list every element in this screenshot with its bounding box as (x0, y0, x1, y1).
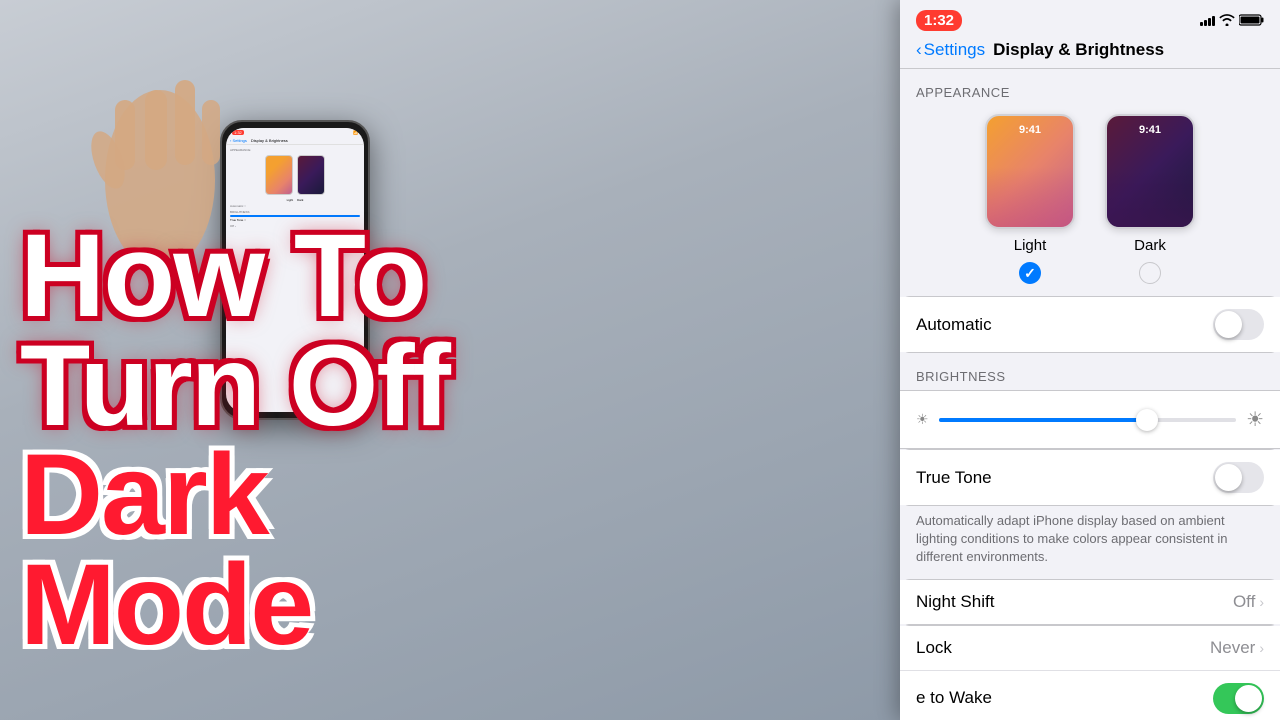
battery-icon (1239, 14, 1264, 26)
raise-to-wake-toggle[interactable] (1213, 683, 1264, 714)
signal-bar-2 (1204, 20, 1207, 26)
night-shift-label: Night Shift (916, 592, 994, 612)
true-tone-row: True Tone (900, 450, 1280, 505)
night-shift-row[interactable]: Night Shift Off › (900, 580, 1280, 624)
night-shift-group: Night Shift Off › (900, 579, 1280, 625)
automatic-label: Automatic (916, 315, 992, 335)
true-tone-toggle[interactable] (1213, 462, 1264, 493)
dark-mode-radio[interactable] (1139, 262, 1161, 284)
brightness-section: ☀ ☀ (900, 390, 1280, 449)
back-label: Settings (924, 40, 985, 60)
light-mode-card[interactable]: 9:41 Light ✓ (985, 114, 1075, 284)
brightness-max-icon: ☀ (1246, 407, 1264, 432)
night-shift-right: Off › (1233, 592, 1264, 612)
automatic-row: Automatic (900, 297, 1280, 352)
true-tone-group: True Tone (900, 449, 1280, 506)
checkmark-icon: ✓ (1024, 265, 1036, 282)
true-tone-description: Automatically adapt iPhone display based… (900, 506, 1280, 579)
light-mode-radio[interactable]: ✓ (1019, 262, 1041, 284)
settings-panel: 1:32 ‹ Set (900, 0, 1280, 720)
auto-lock-value: Never (1210, 638, 1255, 658)
true-tone-label: True Tone (916, 468, 992, 488)
auto-lock-chevron-icon: › (1259, 640, 1264, 656)
night-shift-value: Off (1233, 592, 1255, 612)
auto-lock-row[interactable]: Lock Never › (900, 626, 1280, 671)
light-mode-preview: 9:41 (985, 114, 1075, 229)
status-time: 1:32 (916, 10, 962, 31)
brightness-min-icon: ☀ (916, 411, 929, 428)
dark-mode-preview: 9:41 (1105, 114, 1195, 229)
signal-bar-4 (1212, 16, 1215, 26)
dark-preview-time: 9:41 (1107, 124, 1193, 136)
auto-lock-group: Lock Never › e to Wake (900, 625, 1280, 720)
slider-fill (939, 418, 1147, 422)
true-tone-toggle-knob (1215, 464, 1242, 491)
dark-mode-label: Dark (1134, 237, 1166, 254)
page-title: Display & Brightness (993, 40, 1164, 60)
night-shift-chevron-icon: › (1259, 594, 1264, 610)
brightness-section-header: BRIGHTNESS (900, 353, 1280, 390)
light-preview-time: 9:41 (987, 124, 1073, 136)
slider-thumb (1136, 409, 1158, 431)
signal-bar-1 (1200, 22, 1203, 26)
appearance-cards: 9:41 Light ✓ 9:41 Dark (900, 106, 1280, 296)
hand-illustration (60, 0, 260, 280)
signal-bar-3 (1208, 18, 1211, 26)
navigation-bar: ‹ Settings Display & Brightness (900, 36, 1280, 69)
photo-section: 1:32 📶 ‹ Settings Display & Brightness A… (0, 0, 900, 720)
raise-to-wake-row: e to Wake (900, 671, 1280, 720)
chevron-left-icon: ‹ (916, 40, 922, 60)
wifi-icon (1219, 14, 1235, 26)
brightness-slider[interactable] (939, 418, 1237, 422)
toggle-knob (1215, 311, 1242, 338)
auto-lock-right: Never › (1210, 638, 1264, 658)
raise-to-wake-label: e to Wake (916, 688, 992, 708)
auto-lock-label: Lock (916, 638, 952, 658)
overlay-line4: Mode (20, 551, 449, 660)
automatic-group: Automatic (900, 296, 1280, 353)
brightness-row: ☀ ☀ (916, 403, 1264, 436)
settings-content: APPEARANCE 9:41 Light ✓ 9:41 (900, 69, 1280, 720)
status-icons (1200, 14, 1264, 26)
automatic-toggle[interactable] (1213, 309, 1264, 340)
light-mode-label: Light (1014, 237, 1047, 254)
overlay-line3: Dark (20, 441, 449, 550)
raise-to-wake-toggle-knob (1235, 685, 1262, 712)
dark-mode-card[interactable]: 9:41 Dark (1105, 114, 1195, 284)
appearance-section-header: APPEARANCE (900, 69, 1280, 106)
signal-bars-icon (1200, 14, 1215, 26)
status-bar: 1:32 (900, 0, 1280, 36)
back-button[interactable]: ‹ Settings (916, 40, 985, 60)
